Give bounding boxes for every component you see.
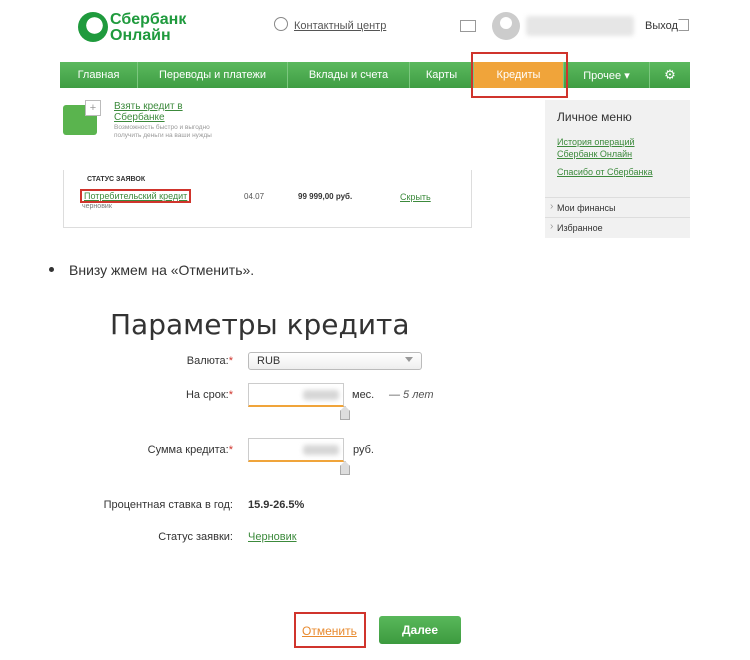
mail-icon[interactable]	[460, 20, 476, 32]
currency-label: Валюта:*	[186, 355, 233, 367]
instruction-text: Внизу жмем на «Отменить».	[69, 262, 255, 278]
amount-slider-handle[interactable]	[340, 461, 350, 475]
plus-icon: +	[85, 100, 101, 116]
params-title: Параметры кредита	[110, 308, 410, 341]
take-credit-line2: Сбербанке	[114, 112, 165, 123]
logout-link[interactable]: Выход	[645, 20, 678, 32]
cancel-link[interactable]: Отменить	[302, 624, 357, 638]
take-credit-line1: Взять кредит в	[114, 101, 183, 112]
consumer-credit-link[interactable]: Потребительский кредит	[80, 189, 192, 203]
take-credit-description: Возможность быстро и выгодно получить де…	[114, 124, 212, 139]
status-value-link[interactable]: Черновик	[248, 531, 297, 543]
currency-select[interactable]: RUB	[248, 352, 422, 370]
main-nav: Главная Переводы и платежи Вклады и счет…	[60, 62, 690, 88]
amount-label: Сумма кредита:*	[147, 444, 233, 456]
loan-date: 04.07	[244, 192, 265, 201]
bullet-dot	[49, 267, 54, 272]
currency-label-text: Валюта:	[186, 355, 229, 367]
loan-status-small: черновик	[82, 203, 112, 210]
term-label-text: На срок:	[185, 389, 229, 401]
username-blurred	[526, 16, 634, 36]
amount-input[interactable]	[248, 438, 344, 462]
hide-link[interactable]: Скрыть	[400, 192, 431, 202]
phone-icon	[274, 17, 288, 31]
loan-amount: 99 999,00 руб.	[298, 192, 353, 201]
term-label: На срок:*	[185, 389, 233, 401]
logout-icon[interactable]	[678, 19, 689, 31]
status-label: Статус заявки:	[158, 531, 233, 543]
logo-text[interactable]: Сбербанк Онлайн	[110, 12, 186, 44]
avatar[interactable]	[492, 12, 520, 40]
nav-item-transfers[interactable]: Переводы и платежи	[138, 62, 288, 88]
chevron-down-icon[interactable]	[405, 357, 413, 362]
status-panel-title: СТАТУС ЗАЯВОК	[87, 176, 146, 183]
gear-icon[interactable]: ⚙	[650, 62, 690, 88]
menu-item-favorites[interactable]: Избранное	[545, 217, 690, 237]
rate-label: Процентная ставка в год:	[103, 499, 233, 511]
term-hint: — 5 лет	[389, 389, 434, 401]
term-unit: мес.	[352, 389, 375, 401]
next-button[interactable]: Далее	[379, 616, 461, 644]
nav-item-deposits[interactable]: Вклады и счета	[288, 62, 410, 88]
term-slider-handle[interactable]	[340, 406, 350, 420]
logo-line1: Сбербанк	[110, 11, 187, 28]
operations-history-line2: Сбербанк Онлайн	[557, 149, 633, 159]
nav-item-home[interactable]: Главная	[60, 62, 138, 88]
contact-center-link[interactable]: Контактный центр	[294, 20, 386, 32]
nav-item-other[interactable]: Прочее ▾	[564, 62, 650, 88]
operations-history-link[interactable]: История операций Сбербанк Онлайн	[557, 136, 635, 160]
rate-value: 15.9-26.5%	[248, 499, 305, 511]
amount-label-text: Сумма кредита:	[147, 444, 229, 456]
sberbank-logo-icon[interactable]	[78, 12, 108, 42]
nav-item-cards[interactable]: Карты	[410, 62, 474, 88]
menu-item-my-finances[interactable]: Мои финансы	[545, 197, 690, 217]
highlight-credits-box	[471, 52, 568, 98]
spasibo-link[interactable]: Спасибо от Сбербанка	[557, 166, 653, 178]
term-input[interactable]	[248, 383, 344, 407]
logo-line2: Онлайн	[110, 27, 171, 44]
take-credit-link[interactable]: Взять кредит в Сбербанке	[114, 101, 183, 123]
amount-unit: руб.	[353, 444, 374, 456]
personal-menu-title: Личное меню	[557, 110, 632, 124]
operations-history-line1: История операций	[557, 137, 635, 147]
